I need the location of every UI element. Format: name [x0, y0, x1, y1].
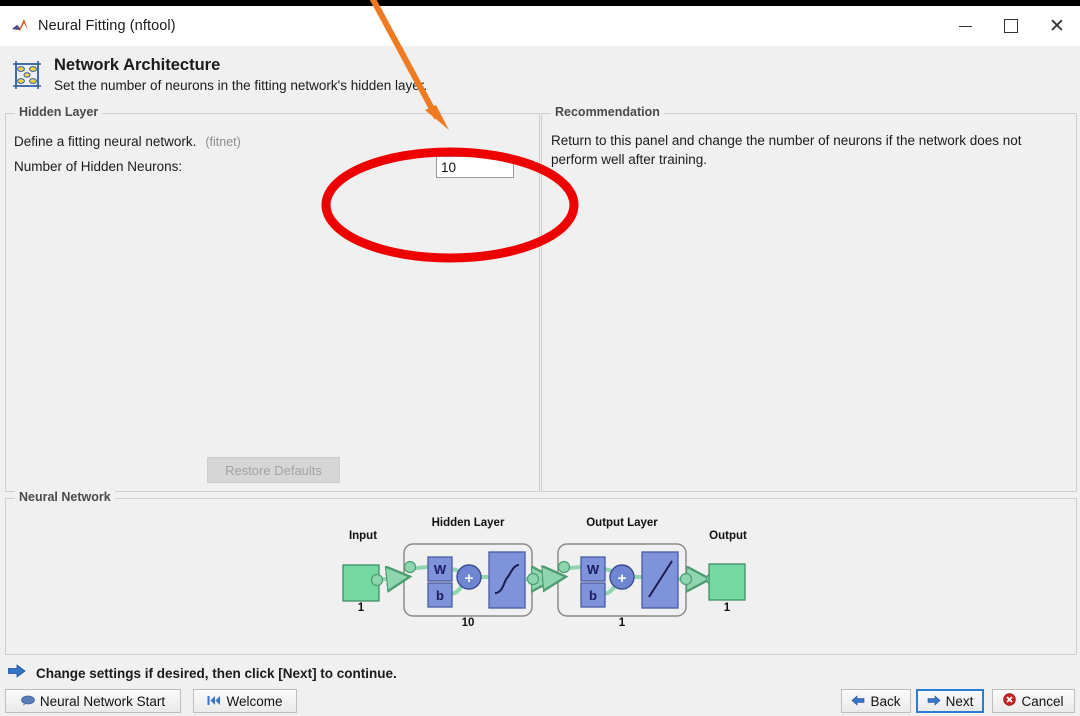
title-bar: Neural Fitting (nftool) ✕: [0, 6, 1080, 46]
minimize-button[interactable]: [942, 6, 988, 46]
diagram-output-layer-label: Output Layer: [586, 517, 658, 529]
speech-bubble-icon: [20, 694, 35, 709]
diagram-hidden-layer-label: Hidden Layer: [431, 517, 505, 529]
next-button[interactable]: Next: [916, 689, 984, 713]
matlab-membrane-icon: [10, 16, 30, 36]
fitnet-hint: (fitnet): [205, 135, 241, 149]
svg-text:b: b: [436, 588, 444, 603]
recommendation-text: Return to this panel and change the numb…: [551, 133, 1022, 167]
window-controls: ✕: [942, 6, 1080, 46]
diagram-output-size: 1: [723, 602, 731, 614]
welcome-label: Welcome: [226, 693, 283, 709]
neural-network-legend: Neural Network: [15, 490, 115, 504]
status-hint: Change settings if desired, then click […: [7, 662, 397, 684]
neural-network-panel: Neural Network W b + W b + Input 1 Hidde…: [5, 490, 1077, 655]
svg-text:+: +: [465, 570, 474, 587]
right-arrow-icon: [927, 694, 941, 709]
neural-network-start-button[interactable]: Neural Network Start: [5, 689, 181, 713]
page-header: Network Architecture Set the number of n…: [0, 46, 1080, 104]
status-hint-text: Change settings if desired, then click […: [36, 665, 397, 681]
maximize-button[interactable]: [988, 6, 1034, 46]
neural-network-start-label: Neural Network Start: [39, 693, 166, 709]
svg-text:b: b: [589, 588, 597, 603]
svg-text:W: W: [587, 562, 600, 577]
diagram-hidden-layer-size: 10: [461, 617, 475, 629]
next-label: Next: [945, 693, 974, 709]
network-diagram: W b + W b + Input 1 Hidden Layer 10 Outp…: [6, 517, 1076, 647]
svg-text:+: +: [618, 570, 627, 587]
window-title: Neural Fitting (nftool): [38, 18, 176, 34]
welcome-button[interactable]: Welcome: [193, 689, 297, 713]
page-subtitle: Set the number of neurons in the fitting…: [54, 77, 428, 93]
nftool-window: Neural Fitting (nftool) ✕ Network Archit…: [0, 0, 1080, 716]
diagram-input-label: Input: [348, 530, 378, 542]
cancel-icon: [1003, 693, 1017, 709]
network-architecture-icon: [10, 58, 44, 92]
blue-right-arrow-icon: [7, 663, 26, 683]
hidden-layer-panel: Hidden Layer Define a fitting neural net…: [5, 105, 540, 492]
page-header-text: Network Architecture Set the number of n…: [54, 55, 427, 96]
skip-back-icon: [207, 694, 221, 709]
diagram-output-layer-size: 1: [618, 617, 626, 629]
diagram-input-size: 1: [357, 602, 365, 614]
define-network-row: Define a fitting neural network. (fitnet): [14, 134, 241, 149]
define-network-label: Define a fitting neural network.: [14, 134, 197, 149]
cancel-label: Cancel: [1021, 693, 1064, 709]
back-label: Back: [870, 693, 901, 709]
hidden-neurons-input[interactable]: [436, 156, 514, 178]
recommendation-legend: Recommendation: [551, 105, 664, 119]
back-button[interactable]: Back: [841, 689, 911, 713]
page-title: Network Architecture: [54, 55, 221, 74]
svg-text:W: W: [434, 562, 447, 577]
hidden-layer-legend: Hidden Layer: [15, 105, 103, 119]
diagram-output-label: Output: [709, 530, 747, 542]
restore-defaults-button[interactable]: Restore Defaults: [207, 457, 340, 483]
recommendation-panel: Recommendation Return to this panel and …: [541, 105, 1077, 492]
close-button[interactable]: ✕: [1034, 6, 1080, 46]
hidden-neurons-label: Number of Hidden Neurons:: [14, 159, 183, 174]
cancel-button[interactable]: Cancel: [992, 689, 1075, 713]
left-arrow-icon: [851, 694, 865, 709]
button-bar: Neural Network Start Welcome Back Next C…: [0, 688, 1080, 716]
